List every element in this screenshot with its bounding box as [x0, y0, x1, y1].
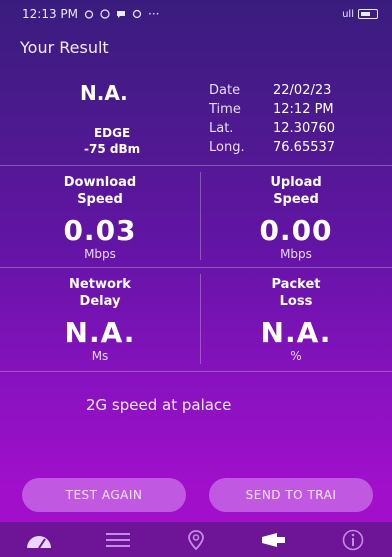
operator-name: N.A. — [80, 81, 128, 105]
divider-bottom — [0, 371, 392, 372]
info-icon — [342, 529, 364, 550]
divider-top — [0, 165, 392, 166]
status-time: 12:13 PM — [22, 7, 78, 21]
loss-label-1: Packet — [271, 277, 321, 292]
download-label-1: Download — [63, 175, 137, 190]
loss-unit: % — [290, 349, 302, 363]
long-label: Long. — [209, 140, 245, 155]
status-bar: 12:13 PM ··· ull — [0, 0, 392, 28]
cloud-icon — [132, 9, 142, 19]
nav-announce[interactable] — [254, 525, 294, 555]
nav-speedometer[interactable] — [19, 525, 59, 555]
lat-value: 12.30760 — [273, 121, 336, 136]
delay-value: N.A. — [64, 316, 136, 349]
speed-summary: 2G speed at palace — [86, 396, 232, 414]
status-left: 12:13 PM ··· — [22, 7, 159, 21]
bottom-nav — [0, 522, 392, 557]
upload-speed: Upload Speed 0.00 Mbps — [236, 174, 356, 261]
upload-label-2: Speed — [273, 192, 319, 207]
date-value: 22/02/23 — [273, 83, 332, 98]
whatsapp-icon — [100, 9, 110, 19]
network-type: EDGE — [93, 126, 131, 140]
list-icon — [105, 532, 130, 547]
alarm-icon — [84, 10, 94, 19]
download-label-2: Speed — [77, 192, 123, 207]
delay-label-1: Network — [69, 277, 131, 292]
speedometer-icon — [27, 535, 52, 549]
date-label: Date — [209, 83, 241, 98]
download-unit: Mbps — [84, 247, 116, 261]
download-speed: Download Speed 0.03 Mbps — [40, 174, 160, 261]
time-value: 12:12 PM — [273, 102, 334, 117]
date-row: Date 22/02/23 — [209, 81, 335, 100]
upload-label-1: Upload — [270, 175, 322, 190]
long-value: 76.65537 — [273, 140, 336, 155]
status-more-dots: ··· — [148, 7, 160, 21]
test-info: Date 22/02/23 Time 12:12 PM Lat. 12.3076… — [209, 81, 335, 157]
time-row: Time 12:12 PM — [209, 100, 335, 119]
upload-unit: Mbps — [280, 247, 312, 261]
signal-strength: -75 dBm — [84, 142, 141, 156]
chat-icon — [117, 11, 125, 18]
nav-list[interactable] — [98, 525, 138, 555]
megaphone-icon — [262, 532, 286, 547]
signal-icon: ull — [342, 8, 354, 20]
divider-vertical-2 — [200, 274, 201, 364]
delay-unit: Ms — [91, 349, 109, 363]
lat-label: Lat. — [209, 121, 234, 136]
time-label: Time — [209, 102, 241, 117]
divider-middle — [0, 267, 392, 268]
delay-label-2: Delay — [79, 294, 121, 309]
network-info: EDGE -75 dBm — [84, 125, 140, 157]
loss-value: N.A. — [260, 316, 332, 349]
nav-location[interactable] — [176, 525, 216, 555]
test-again-button[interactable]: TEST AGAIN — [22, 478, 186, 512]
lat-row: Lat. 12.30760 — [209, 119, 335, 138]
long-row: Long. 76.65537 — [209, 138, 335, 157]
divider-vertical-1 — [200, 172, 201, 260]
send-to-trai-button[interactable]: SEND TO TRAI — [209, 478, 373, 512]
status-right: ull — [342, 9, 378, 20]
location-pin-icon — [188, 529, 204, 550]
download-value: 0.03 — [63, 214, 137, 247]
loss-label-2: Loss — [279, 294, 313, 309]
battery-icon — [358, 9, 378, 19]
page-title: Your Result — [20, 38, 109, 57]
upload-value: 0.00 — [259, 214, 333, 247]
network-delay: Network Delay N.A. Ms — [40, 276, 160, 363]
nav-info[interactable] — [333, 525, 373, 555]
packet-loss: Packet Loss N.A. % — [236, 276, 356, 363]
result-summary: N.A. EDGE -75 dBm Date 22/02/23 Time 12:… — [0, 75, 392, 160]
